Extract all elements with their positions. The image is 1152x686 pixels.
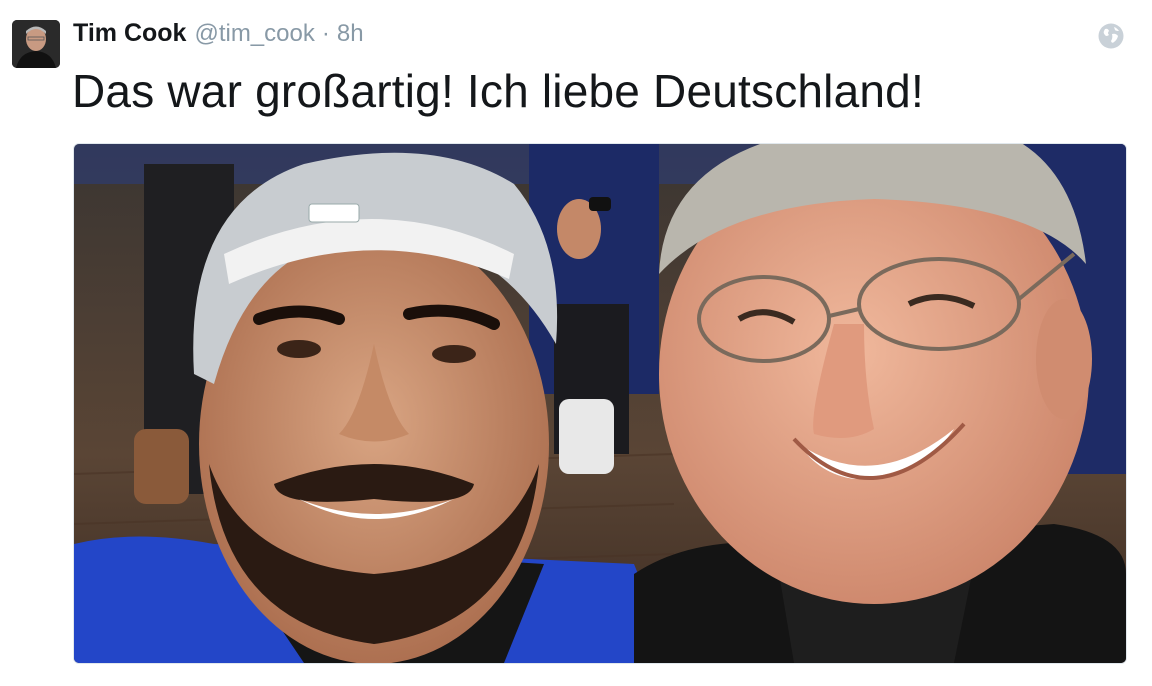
tweet-text: Das war großartig! Ich liebe Deutschland… <box>72 65 924 117</box>
avatar-image <box>12 20 60 68</box>
selfie-photo <box>74 144 1126 663</box>
display-name[interactable]: Tim Cook <box>73 19 186 48</box>
tweet-header: Tim Cook @tim_cook · 8h <box>73 19 364 51</box>
timestamp[interactable]: 8h <box>337 20 364 48</box>
separator-dot: · <box>321 20 330 47</box>
tweet-photo[interactable] <box>73 143 1127 664</box>
globe-icon <box>1097 22 1125 50</box>
avatar[interactable] <box>12 20 60 68</box>
tweet-card: Tim Cook @tim_cook · 8h Das war großarti… <box>0 0 1152 686</box>
user-handle[interactable]: @tim_cook <box>194 20 314 48</box>
